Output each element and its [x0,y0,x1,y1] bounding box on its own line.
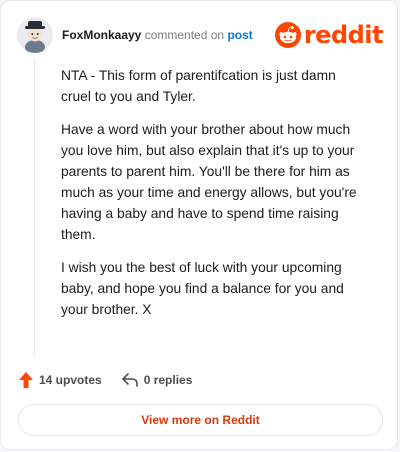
reddit-logo[interactable]: reddit [274,21,384,49]
reddit-snoo-icon [274,22,301,48]
comment-paragraph: Have a word with your brother about how … [61,122,357,242]
comment-meta: FoxMonkaayy commented on post [62,28,253,42]
thread-line [34,59,35,355]
reply-button[interactable]: 0 replies [121,373,193,387]
comment-body: NTA - This form of parentifcation is jus… [61,65,366,332]
comment-actions: 14 upvotes 0 replies [19,369,192,391]
comment-header: FoxMonkaayy commented on post reddit [17,15,384,55]
comment-paragraph: I wish you the best of luck with your up… [61,260,344,317]
comment-action-text: commented on [144,28,225,42]
comment-paragraph: NTA - This form of parentifcation is jus… [61,68,336,104]
upvote-button[interactable]: 14 upvotes [19,372,102,388]
reddit-comment-embed: FoxMonkaayy commented on post reddit NTA… [0,0,398,450]
reply-count: 0 replies [143,373,193,387]
upvote-count: 14 upvotes [39,373,102,387]
post-link[interactable]: post [227,28,252,42]
view-more-button[interactable]: View more on Reddit [18,404,383,436]
upvote-arrow-icon [19,372,33,388]
username-link[interactable]: FoxMonkaayy [62,28,141,42]
reply-arrow-icon [121,373,138,387]
reddit-wordmark: reddit [303,21,384,49]
user-avatar[interactable] [17,17,53,53]
